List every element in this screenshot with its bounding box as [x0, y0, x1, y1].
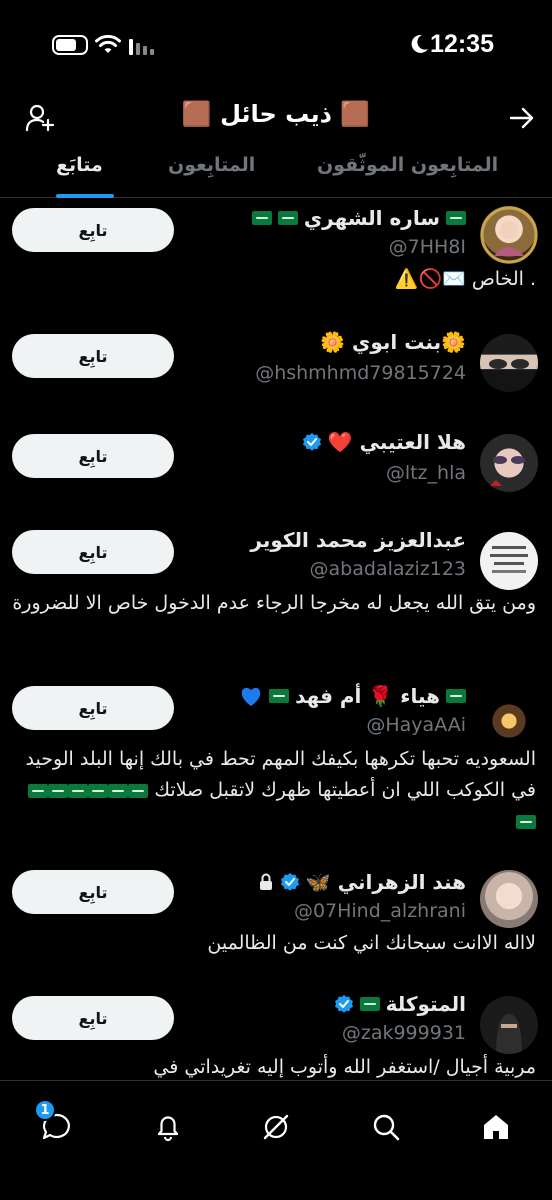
search-tab[interactable]	[364, 1105, 408, 1149]
follow-button[interactable]: تابِع	[12, 334, 174, 378]
user-bio: . الخاص ✉️🚫⚠️	[394, 268, 536, 290]
tab-followers[interactable]: المتابِعون	[168, 154, 255, 176]
user-handle: @abadalaziz123	[309, 558, 466, 580]
blue-heart-icon	[239, 685, 263, 707]
lock-icon	[258, 873, 274, 891]
user-name: ساره الشهري	[251, 206, 466, 230]
avatar[interactable]	[480, 334, 538, 392]
verified-icon	[302, 432, 322, 452]
avatar[interactable]	[480, 870, 538, 928]
saudi-flag-icon	[269, 689, 290, 703]
user-name: هلا العتيبي ❤️	[302, 430, 466, 454]
verified-icon	[334, 994, 354, 1014]
tab-bar: المتابِعون الموثّقون المتابِعون متابَع	[0, 142, 552, 198]
notifications-tab[interactable]	[146, 1105, 190, 1149]
header: 🟫 ذيب حائل 🟫	[0, 92, 552, 142]
list-item[interactable]: هلا العتيبي ❤️ @ltz_hla تابِع	[0, 426, 552, 506]
tab-following[interactable]: متابَع	[56, 154, 103, 176]
battery-icon	[52, 35, 88, 55]
follow-button[interactable]: تابِع	[12, 686, 174, 730]
user-name: هياء 🌹 أم فهد	[239, 684, 466, 708]
saudi-flag-icon	[251, 211, 272, 225]
home-tab[interactable]	[474, 1105, 518, 1149]
notification-badge: 1	[34, 1099, 56, 1121]
avatar[interactable]	[480, 532, 538, 590]
saudi-flag-icon	[446, 689, 466, 703]
user-bio: مربية أجيال /استغفر الله وأتوب إليه تغري…	[153, 1056, 536, 1078]
saudi-flag-icon	[359, 997, 380, 1011]
status-bar: 12:35	[0, 0, 552, 92]
avatar[interactable]	[480, 434, 538, 492]
saudi-flag-icon	[446, 211, 466, 225]
arrow-right-icon	[509, 107, 534, 129]
user-bio: ومن يتق الله يجعل له مخرجا الرجاء عدم ال…	[12, 592, 536, 614]
user-name: هند الزهراني 🦋	[258, 870, 466, 894]
back-button[interactable]	[502, 98, 542, 138]
follow-button[interactable]: تابِع	[12, 208, 174, 252]
follow-button[interactable]: تابِع	[12, 530, 174, 574]
avatar[interactable]	[480, 996, 538, 1054]
user-handle: @hshmhmd79815724	[255, 362, 466, 384]
grok-icon	[263, 1114, 289, 1140]
verified-icon	[280, 872, 300, 892]
user-bio: لااله الاانت سبحانك اني كنت من الظالمين	[207, 932, 536, 954]
list-item[interactable]: 🌼بنت ابوي 🌼 @hshmhmd79815724 تابِع	[0, 326, 552, 406]
clock: 12:35	[430, 30, 494, 58]
avatar[interactable]	[480, 206, 538, 264]
list-item[interactable]: المتوكلة @zak999931 تابِع مربية أجيال /ا…	[0, 990, 552, 1080]
follow-button[interactable]: تابِع	[12, 434, 174, 478]
user-handle: @7HH8I	[388, 236, 466, 258]
user-handle: @07Hind_alzhrani	[293, 900, 466, 922]
user-name: المتوكلة	[334, 992, 466, 1016]
home-icon	[484, 1115, 508, 1139]
user-handle: @HayaAAi	[366, 714, 466, 736]
user-bio: السعوديه تحبها تكرهها بكيفك المهم تحط في…	[12, 744, 536, 837]
list-item[interactable]: هياء 🌹 أم فهد @HayaAAi تابِع السعوديه تح…	[0, 682, 552, 842]
user-list: ساره الشهري @7HH8I تابِع . الخاص ✉️🚫⚠️ 🌼…	[0, 198, 552, 1080]
follow-button[interactable]: تابِع	[12, 870, 174, 914]
messages-tab[interactable]: 1	[34, 1099, 78, 1149]
signal-icon	[129, 39, 154, 55]
list-item[interactable]: عبدالعزيز محمد الكوير @abadalaziz123 تاب…	[0, 526, 552, 656]
user-name: 🌼بنت ابوي 🌼	[320, 330, 466, 354]
saudi-flag-icon	[277, 211, 298, 225]
search-icon	[373, 1114, 400, 1141]
user-handle: @zak999931	[341, 1022, 466, 1044]
list-item[interactable]: هند الزهراني 🦋 @07Hind_alzhrani تابِع لا…	[0, 868, 552, 978]
wifi-icon	[95, 34, 121, 53]
avatar[interactable]	[480, 692, 538, 750]
page-title: 🟫 ذيب حائل 🟫	[181, 100, 371, 128]
moon-icon	[411, 34, 428, 53]
list-item[interactable]: ساره الشهري @7HH8I تابِع . الخاص ✉️🚫⚠️	[0, 206, 552, 306]
bottom-nav: 1	[0, 1080, 552, 1200]
tab-verified-followers[interactable]: المتابِعون الموثّقون	[317, 154, 498, 176]
user-handle: @ltz_hla	[385, 462, 466, 484]
notifications-icon	[157, 1116, 179, 1142]
follow-button[interactable]: تابِع	[12, 996, 174, 1040]
user-name: عبدالعزيز محمد الكوير	[250, 528, 466, 552]
grok-tab[interactable]	[254, 1105, 298, 1149]
